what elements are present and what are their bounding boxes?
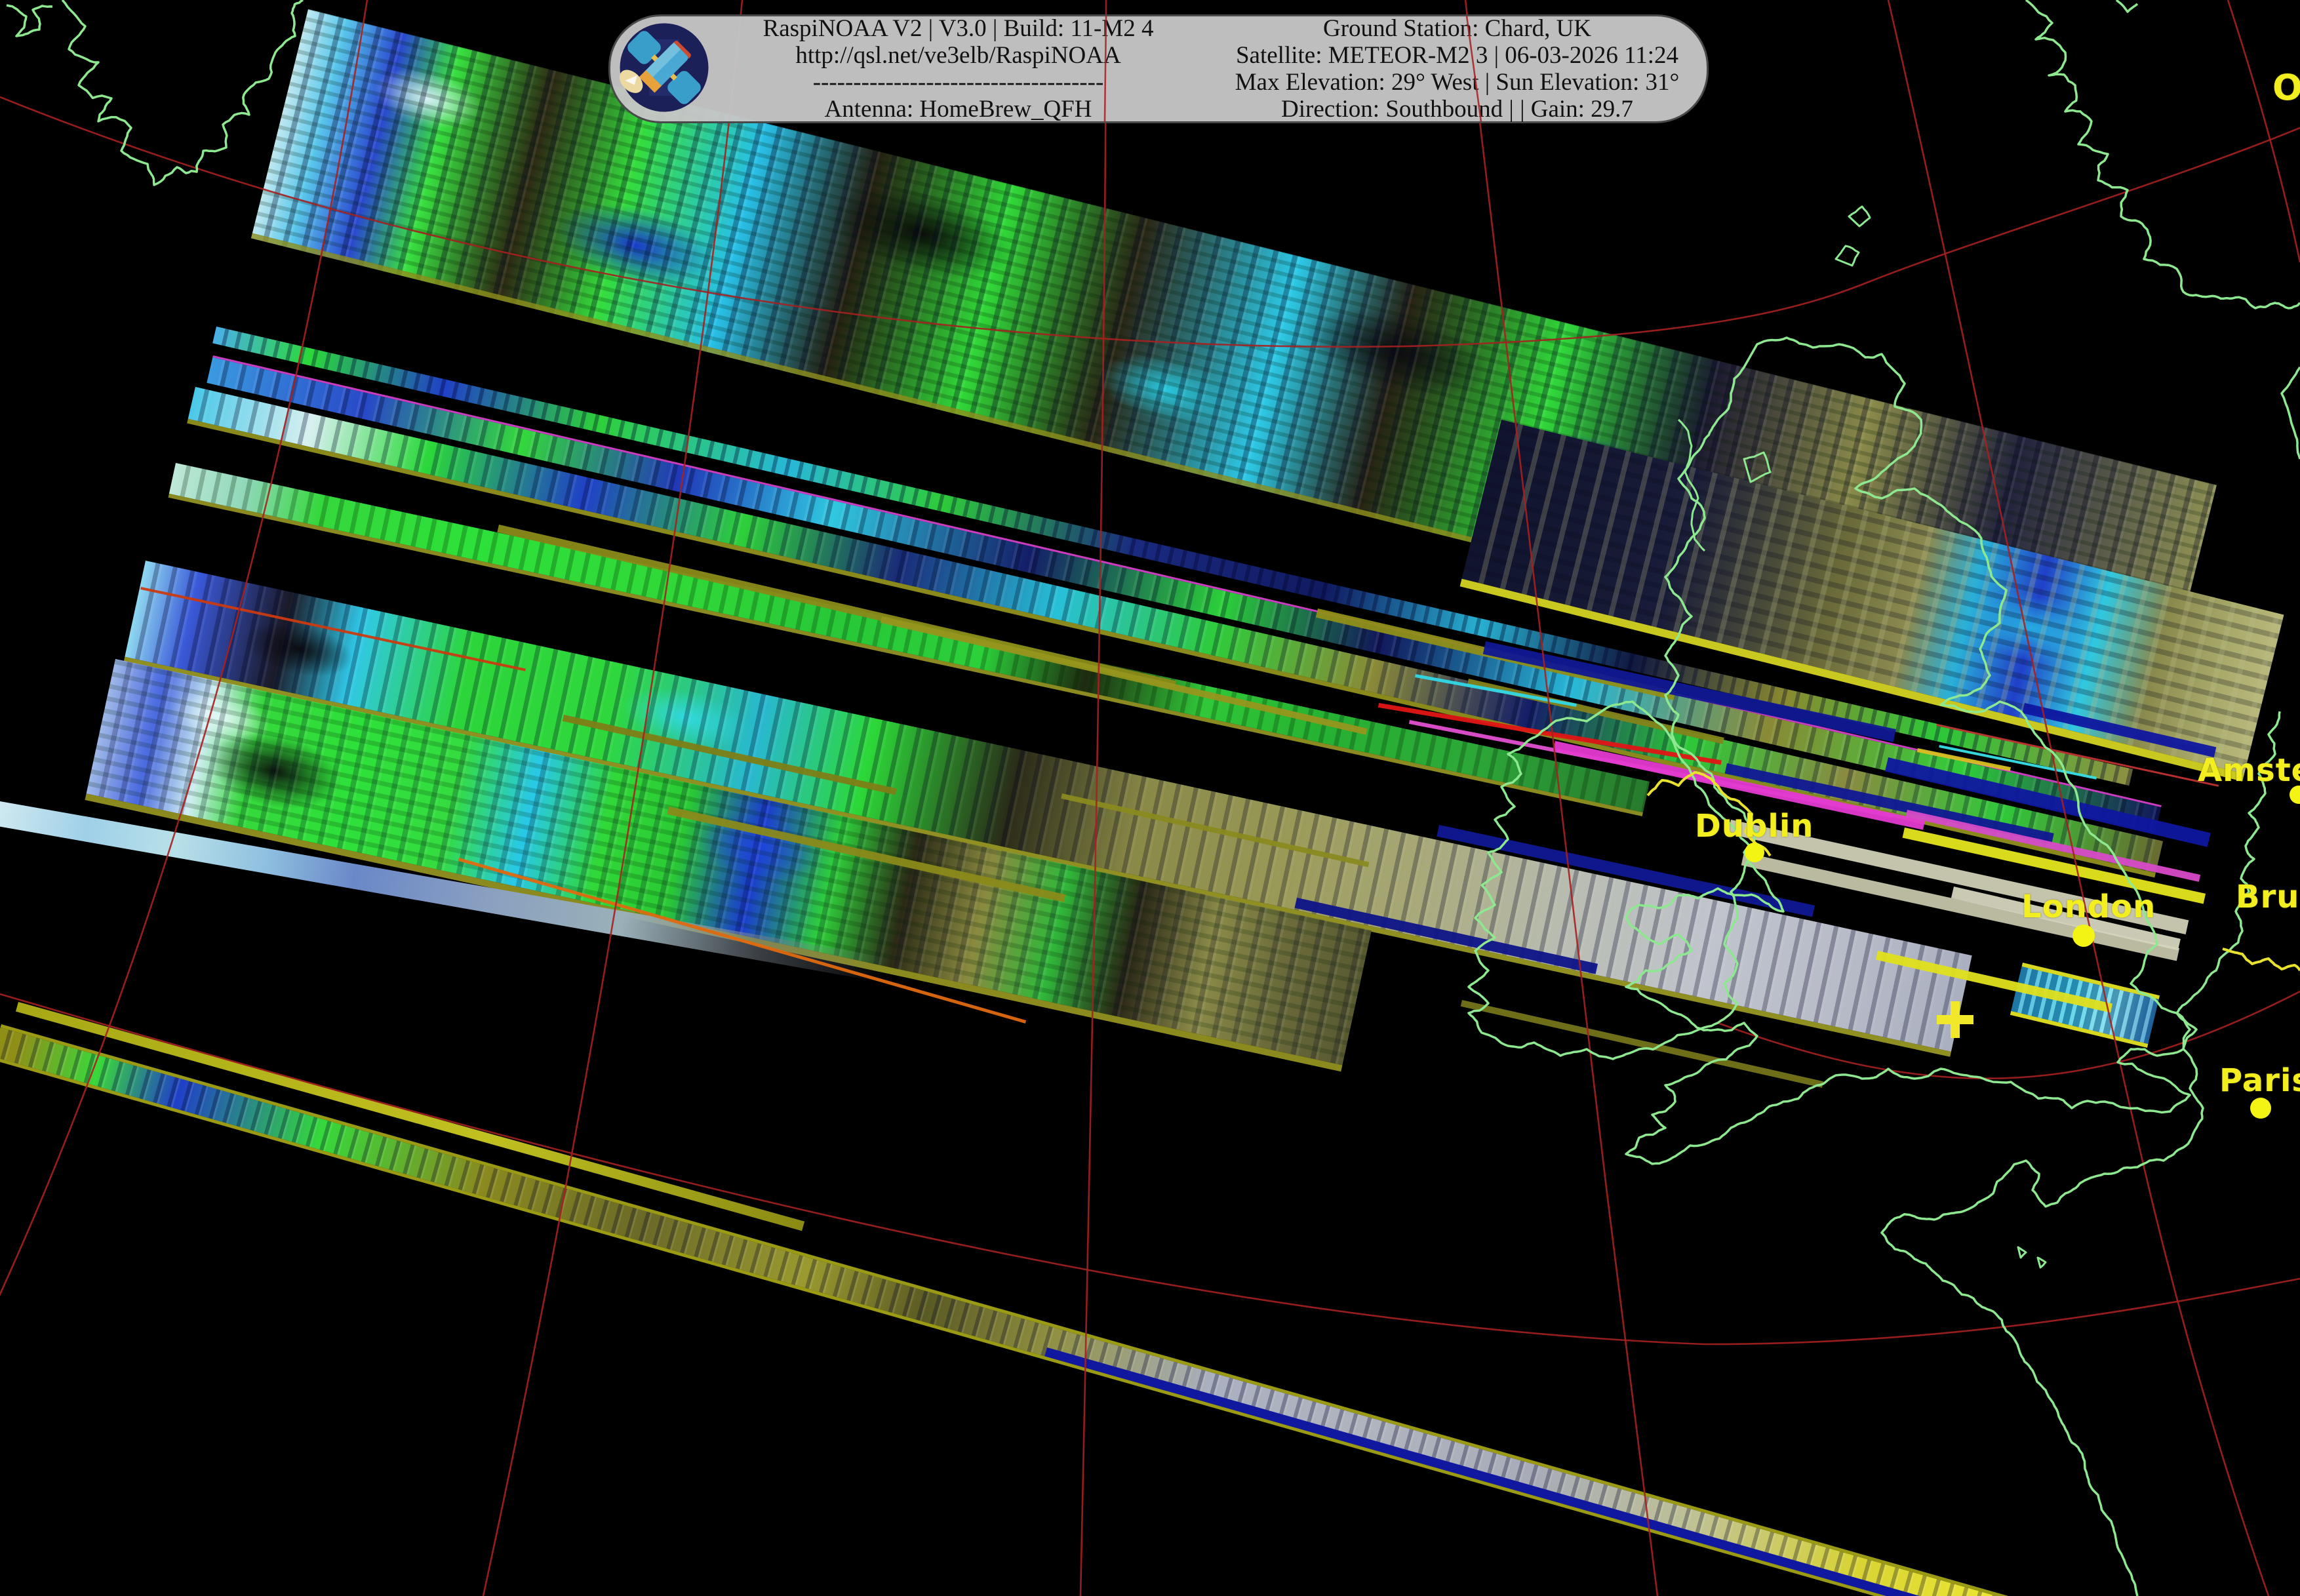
graticule-line-over-box	[1105, 16, 1106, 122]
graticule-over-box	[0, 0, 2300, 1596]
satellite-composite-image: Dublin London Paris Amste Bru O RaspiNOA…	[0, 0, 2300, 1596]
graticule-line-over-box	[1467, 16, 1481, 122]
